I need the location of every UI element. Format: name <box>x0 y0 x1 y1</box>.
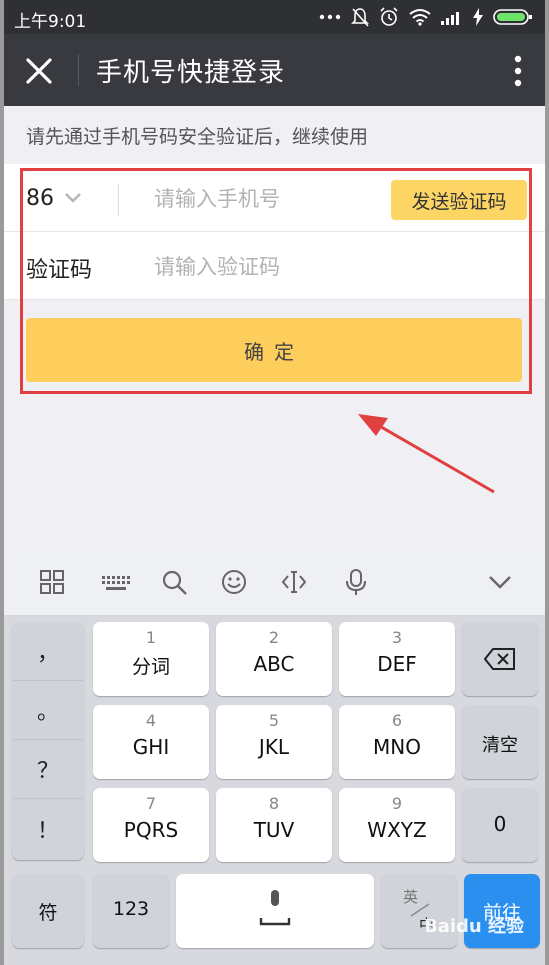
send-code-button[interactable]: 发送验证码 <box>391 180 527 220</box>
punct-key[interactable]: ？ <box>12 740 84 799</box>
more-dots-icon <box>319 14 341 20</box>
chevron-down-icon[interactable] <box>64 192 82 204</box>
key-number: 3 <box>391 628 403 647</box>
country-code[interactable]: 86 <box>26 186 54 211</box>
keyboard-toolbar <box>4 546 545 616</box>
charging-icon <box>473 8 483 26</box>
punct-key[interactable]: ， <box>12 622 84 681</box>
key-label: MNO <box>373 735 421 759</box>
confirm-button[interactable]: 确定 <box>26 318 522 382</box>
key-number: 7 <box>145 794 157 813</box>
phone-input[interactable] <box>154 182 384 216</box>
code-row: 验证码 <box>4 232 545 300</box>
alarm-icon <box>380 7 398 26</box>
emoji-icon[interactable] <box>220 568 248 596</box>
key-number: 4 <box>145 711 157 730</box>
signal-icon <box>441 12 459 25</box>
code-input[interactable] <box>154 250 454 284</box>
zero-key[interactable]: 0 <box>462 788 538 862</box>
key-number: 8 <box>268 794 280 813</box>
status-bar: 上午9:01 <box>4 0 545 34</box>
key-label: GHI <box>132 735 170 759</box>
key-label: 分词 <box>131 656 170 678</box>
key-label: PQRS <box>123 818 179 842</box>
punct-key[interactable]: 。 <box>12 681 84 740</box>
verification-notice: 请先通过手机号码安全验证后，继续使用 <box>26 126 369 148</box>
microphone-icon <box>259 890 291 926</box>
key-label: WXYZ <box>367 818 427 842</box>
key-2[interactable]: 2 ABC <box>216 622 332 696</box>
watermark: Baidu 经验 <box>424 916 525 937</box>
search-icon[interactable] <box>160 568 188 596</box>
key-number: 1 <box>145 628 157 647</box>
key-number: 6 <box>391 711 403 730</box>
space-key[interactable] <box>176 874 374 948</box>
backspace-icon <box>484 648 515 670</box>
key-number: 5 <box>268 711 280 730</box>
key-3[interactable]: 3 DEF <box>339 622 455 696</box>
key-6[interactable]: 6 MNO <box>339 705 455 779</box>
key-5[interactable]: 5 JKL <box>216 705 332 779</box>
key-number: 9 <box>391 794 403 813</box>
keyboard: ， 。 ？ ！ 1 分词 2 ABC 3 DEF 4 GHI 5 JKL 6 M… <box>4 546 545 965</box>
apps-grid-icon[interactable] <box>38 568 66 596</box>
key-4[interactable]: 4 GHI <box>93 705 209 779</box>
key-number: 2 <box>268 628 280 647</box>
login-form: 86 发送验证码 验证码 <box>4 164 545 300</box>
key-label: 清空 <box>482 735 518 756</box>
collapse-icon[interactable] <box>486 568 514 596</box>
code-label: 验证码 <box>26 258 93 283</box>
keyboard-icon[interactable] <box>100 568 132 596</box>
status-time: 上午9:01 <box>14 12 87 32</box>
key-1[interactable]: 1 分词 <box>93 622 209 696</box>
clear-key[interactable]: 清空 <box>462 705 538 779</box>
key-label: JKL <box>258 735 290 759</box>
close-icon[interactable] <box>24 56 54 86</box>
page-title: 手机号快捷登录 <box>96 58 286 88</box>
key-label: TUV <box>253 818 295 842</box>
symbol-key[interactable]: 符 <box>12 874 84 948</box>
title-bar: 手机号快捷登录 <box>4 34 545 106</box>
key-label: DEF <box>377 652 417 676</box>
phone-row: 86 发送验证码 <box>4 164 545 232</box>
punct-key[interactable]: ！ <box>12 799 84 858</box>
key-label: 符 <box>38 902 58 924</box>
key-label: 0 <box>493 812 507 836</box>
field-divider <box>118 184 119 216</box>
title-divider <box>78 54 79 86</box>
phone-screen: 上午9:01 手机号快捷登录 请先通过手机号码安全验证后，继续使用 86 发送验… <box>4 0 545 965</box>
backspace-key[interactable] <box>462 622 538 696</box>
key-8[interactable]: 8 TUV <box>216 788 332 862</box>
wifi-icon <box>409 9 431 26</box>
status-icons <box>319 6 533 28</box>
microphone-icon[interactable] <box>342 568 370 596</box>
number-mode-key[interactable]: 123 <box>93 874 169 948</box>
more-options-icon[interactable] <box>513 54 523 88</box>
key-label: ABC <box>253 652 295 676</box>
annotation-arrow <box>358 414 495 494</box>
battery-icon <box>493 9 532 25</box>
bell-muted-icon <box>351 8 369 27</box>
cursor-icon[interactable] <box>280 568 308 596</box>
key-label: 123 <box>112 898 150 920</box>
key-7[interactable]: 7 PQRS <box>93 788 209 862</box>
key-9[interactable]: 9 WXYZ <box>339 788 455 862</box>
punctuation-column[interactable]: ， 。 ？ ！ <box>12 622 84 860</box>
